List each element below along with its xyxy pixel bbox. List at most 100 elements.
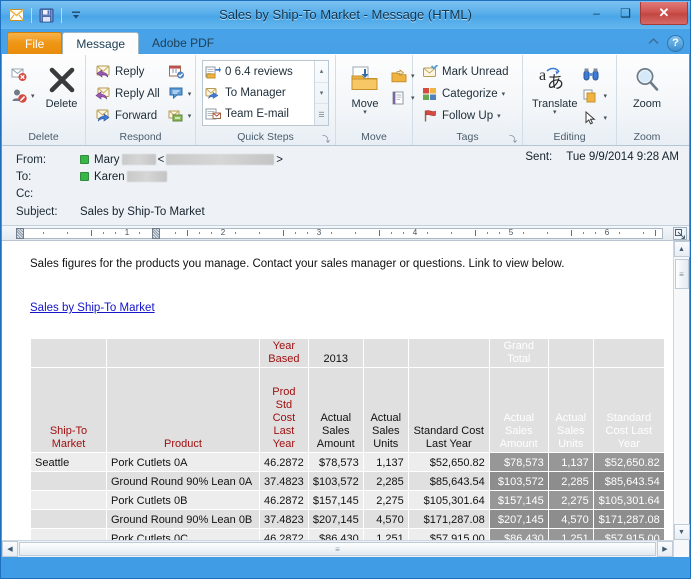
tags-dialog-launcher[interactable]: ⤵ bbox=[509, 134, 519, 144]
junk-caret-icon[interactable]: ▾ bbox=[31, 92, 35, 100]
more-respond-caret-icon[interactable]: ▾ bbox=[188, 112, 192, 120]
subject-label: Subject: bbox=[16, 206, 58, 218]
related-caret-icon[interactable]: ▾ bbox=[603, 92, 607, 100]
translate-caret-icon[interactable]: ▾ bbox=[553, 109, 557, 116]
mark-unread-button[interactable]: Mark Unread bbox=[419, 61, 511, 82]
ribbon: ▾ Delete Delete Reply Reply All Forward … bbox=[2, 54, 689, 146]
reply-all-button[interactable]: Reply All bbox=[92, 83, 163, 104]
pivot-col-actual-sales-amount: Actual Sales Amount bbox=[308, 368, 363, 452]
scroll-left-button[interactable]: ◀ bbox=[2, 541, 18, 557]
tab-adobe-pdf[interactable]: Adobe PDF bbox=[139, 32, 227, 54]
group-label-editing: Editing bbox=[553, 131, 586, 143]
group-label-move: Move bbox=[361, 131, 387, 143]
cell-gt-standard-cost: $171,287.08 bbox=[593, 510, 664, 528]
follow-up-button[interactable]: Follow Up ▾ bbox=[419, 105, 511, 126]
group-label-delete: Delete bbox=[28, 131, 59, 143]
move-caret-icon[interactable]: ▾ bbox=[363, 109, 367, 116]
first-line-indent-marker[interactable] bbox=[152, 228, 160, 239]
quick-steps-scroll-down[interactable]: ▾ bbox=[315, 83, 328, 105]
quick-step-item-reviews[interactable]: 0 6.4 reviews bbox=[205, 62, 312, 83]
ignore-button[interactable] bbox=[8, 63, 38, 84]
team-email-icon bbox=[205, 106, 221, 122]
help-button[interactable]: ? bbox=[667, 34, 684, 52]
pivot-group-blank-4 bbox=[408, 339, 489, 367]
quick-access-toolbar bbox=[1, 6, 86, 25]
vertical-scroll-thumb[interactable]: ≡ bbox=[674, 259, 689, 289]
quick-step-item-to-manager[interactable]: To Manager bbox=[205, 83, 312, 104]
meeting-button[interactable] bbox=[165, 61, 195, 82]
cell-gt-standard-cost: $105,301.64 bbox=[593, 491, 664, 509]
find-button[interactable] bbox=[580, 63, 610, 84]
tab-strip-right-controls: ? bbox=[647, 34, 684, 52]
cell-actual-sales-units: 4,570 bbox=[363, 510, 408, 528]
collapse-ribbon-icon[interactable] bbox=[647, 34, 660, 52]
to-manager-icon bbox=[205, 85, 221, 101]
cell-standard-cost: $85,643.54 bbox=[408, 472, 489, 490]
im-caret-icon[interactable]: ▾ bbox=[188, 90, 192, 98]
pivot-col-prod-std-cost: Prod Std Cost Last Year bbox=[260, 368, 308, 452]
select-button[interactable]: ▾ bbox=[580, 107, 610, 128]
cell-actual-sales-units: 2,275 bbox=[363, 491, 408, 509]
forward-button[interactable]: Forward bbox=[92, 105, 163, 126]
scroll-down-button[interactable]: ▼ bbox=[673, 524, 690, 540]
save-icon[interactable] bbox=[37, 6, 56, 25]
maximize-button[interactable]: ❑ bbox=[611, 2, 640, 23]
body-hyperlink[interactable]: Sales by Ship-To Market bbox=[30, 302, 155, 314]
zoom-button[interactable]: Zoom bbox=[624, 60, 670, 112]
follow-up-label: Follow Up bbox=[442, 109, 494, 122]
group-label-tags: Tags bbox=[456, 131, 479, 143]
cell-prod-std-cost: 37.4823 bbox=[260, 472, 308, 490]
tab-message[interactable]: Message bbox=[62, 32, 140, 54]
close-button[interactable]: ✕ bbox=[640, 2, 688, 25]
quick-step-label-to-manager: To Manager bbox=[225, 87, 286, 99]
chevron-down-icon[interactable] bbox=[67, 6, 86, 25]
envelope-icon[interactable] bbox=[7, 6, 26, 25]
quick-steps-more[interactable]: ☰ bbox=[315, 104, 328, 125]
table-row: Pork Cutlets 0B 46.2872 $157,145 2,275 $… bbox=[31, 491, 664, 509]
follow-up-caret-icon[interactable]: ▾ bbox=[497, 112, 501, 120]
find-binoculars-icon bbox=[583, 66, 599, 82]
ruler-corner-icon[interactable] bbox=[673, 227, 687, 240]
to-value[interactable]: Karen bbox=[80, 171, 167, 183]
presence-icon-to bbox=[80, 172, 89, 181]
left-indent-marker[interactable] bbox=[16, 228, 24, 239]
cell-standard-cost: $171,287.08 bbox=[408, 510, 489, 528]
cell-standard-cost: $52,650.82 bbox=[408, 453, 489, 471]
translate-button[interactable]: a あ Translate ▾ bbox=[529, 60, 580, 118]
message-header: From: Mary < > To: Karen Cc: Subject: Sa… bbox=[2, 146, 689, 226]
move-button[interactable]: Move ▾ bbox=[342, 60, 388, 118]
scroll-up-button[interactable]: ▲ bbox=[673, 241, 690, 257]
related-button[interactable]: ▾ bbox=[580, 85, 610, 106]
ruler[interactable]: 1 2 3 4 5 6 bbox=[2, 226, 689, 241]
magnifier-icon bbox=[632, 62, 662, 98]
select-caret-icon[interactable]: ▾ bbox=[603, 114, 607, 122]
pivot-group-grand-total: Grand Total bbox=[489, 339, 548, 367]
minimize-button[interactable]: – bbox=[582, 2, 611, 23]
delete-button[interactable]: Delete bbox=[39, 60, 85, 112]
from-value[interactable]: Mary < > bbox=[80, 154, 283, 166]
vertical-scrollbar[interactable]: ▲ ≡ ▼ bbox=[673, 241, 690, 557]
categorize-caret-icon[interactable]: ▾ bbox=[502, 90, 506, 98]
cell-actual-sales-units: 1,137 bbox=[363, 453, 408, 471]
pivot-col-gt-standard-cost: Standard Cost Last Year bbox=[593, 368, 664, 452]
scroll-right-button[interactable]: ▶ bbox=[657, 541, 673, 557]
quick-step-item-team-email[interactable]: Team E-mail bbox=[205, 103, 312, 124]
meeting-icon bbox=[168, 64, 184, 80]
ruler-tick-5: 5 bbox=[508, 228, 514, 237]
horizontal-scroll-thumb[interactable]: ≡ bbox=[19, 542, 656, 556]
ribbon-group-tags: Mark Unread Categorize ▾ Follow Up ▾ Tag… bbox=[413, 55, 523, 145]
junk-button[interactable]: ▾ bbox=[8, 85, 38, 106]
translate-icon: a あ bbox=[537, 62, 573, 98]
cell-gt-actual-sales-amount: $157,145 bbox=[489, 491, 548, 509]
categorize-button[interactable]: Categorize ▾ bbox=[419, 83, 511, 104]
im-button[interactable]: ▾ bbox=[165, 83, 195, 104]
tab-file[interactable]: File bbox=[7, 32, 63, 54]
more-respond-button[interactable]: ▾ bbox=[165, 105, 195, 126]
sent-info: Sent: Tue 9/9/2014 9:28 AM bbox=[525, 151, 679, 163]
quick-steps-scroll-up[interactable]: ▴ bbox=[315, 61, 328, 83]
horizontal-scrollbar[interactable]: ◀ ≡ ▶ bbox=[2, 540, 673, 557]
message-body[interactable]: Sales figures for the products you manag… bbox=[2, 241, 673, 557]
quick-steps-dialog-launcher[interactable]: ⤵ bbox=[322, 134, 332, 144]
reply-button[interactable]: Reply bbox=[92, 61, 163, 82]
more-respond-icon bbox=[168, 108, 184, 124]
